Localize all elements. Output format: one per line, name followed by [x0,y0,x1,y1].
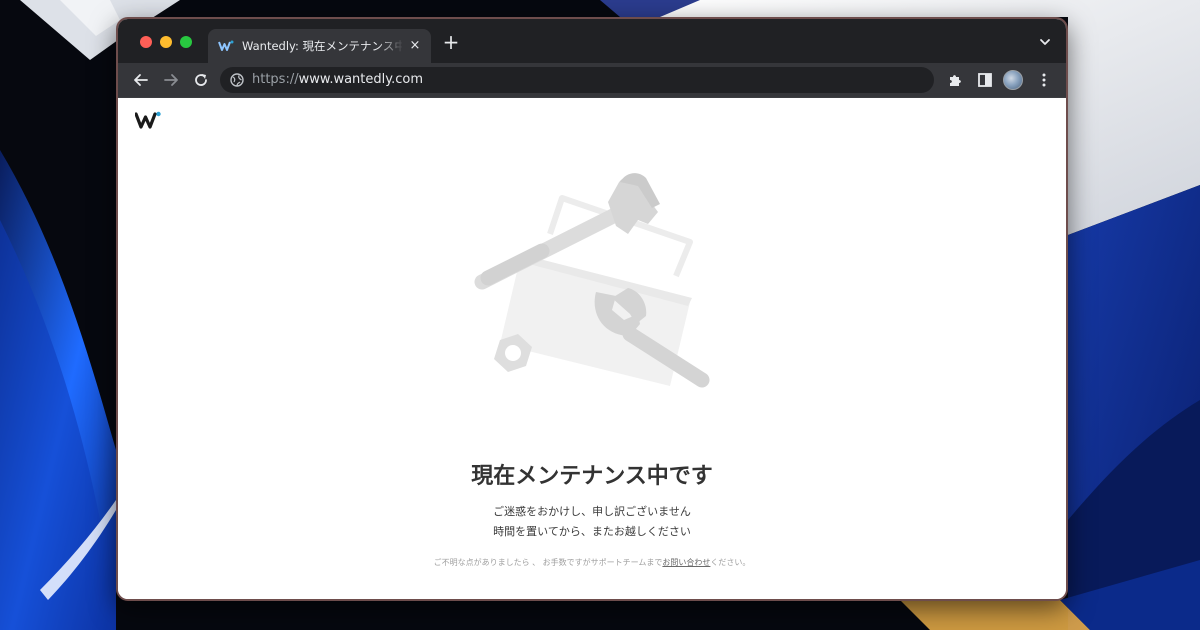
contact-prefix: ご不明な点がありましたら 、 お手数ですがサポートチームまで [433,558,663,567]
window-zoom-button[interactable] [180,36,192,48]
window-minimize-button[interactable] [160,36,172,48]
browser-window: Wantedly: 現在メンテナンス中です × + [116,17,1068,601]
wantedly-favicon-icon [218,40,234,51]
maintenance-tools-illustration [474,173,710,388]
tab-search-chevron-down-icon[interactable] [1038,35,1052,49]
page-title: 現在メンテナンス中です [471,464,713,489]
profile-avatar[interactable] [1003,70,1023,90]
url-host: www.wantedly.com [298,72,423,87]
url-scheme: https:// [252,72,299,87]
back-arrow-icon[interactable] [132,71,150,89]
browser-toolbar: https://www.wantedly.com [118,63,1066,98]
wantedly-logo[interactable] [135,110,161,130]
window-close-button[interactable] [140,36,152,48]
hammer-icon [474,173,660,290]
side-panel-icon[interactable] [976,71,994,89]
reload-icon[interactable] [192,71,210,89]
new-tab-button[interactable]: + [442,32,460,52]
url-text: https://www.wantedly.com [252,72,423,88]
contact-note: ご不明な点がありましたら 、 お手数ですがサポートチームまでお問い合わせください… [118,557,1066,569]
tab-title-fade [378,35,404,57]
extensions-puzzle-icon[interactable] [946,71,964,89]
browser-tab[interactable]: Wantedly: 現在メンテナンス中です × [208,29,431,63]
address-bar[interactable]: https://www.wantedly.com [220,67,934,93]
subtitle-line-1: ご迷惑をおかけし、申し訳ございません [493,505,691,518]
page-content: 現在メンテナンス中です ご迷惑をおかけし、申し訳ございません 時間を置いてから、… [118,98,1066,599]
desktop: Wantedly: 現在メンテナンス中です × + [0,0,1200,630]
globe-icon[interactable] [230,73,244,87]
kebab-menu-icon[interactable] [1035,71,1053,89]
contact-link[interactable]: お問い合わせ [662,558,710,567]
tab-close-icon[interactable]: × [407,38,423,54]
tab-strip: Wantedly: 現在メンテナンス中です × + [118,19,1066,63]
subtitle-line-2: 時間を置いてから、またお越しください [493,525,691,538]
contact-suffix: ください。 [710,558,751,567]
forward-arrow-icon[interactable] [162,71,180,89]
